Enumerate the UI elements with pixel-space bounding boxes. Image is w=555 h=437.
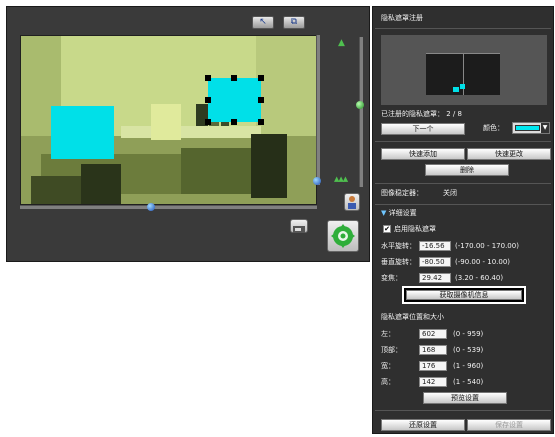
width-range: (1 - 960) [453, 362, 484, 370]
screen-icon [293, 226, 305, 233]
delete-button[interactable]: 删除 [425, 164, 509, 176]
pan-input[interactable]: -16.56 [419, 241, 451, 251]
chevron-down-icon: ▼ [541, 123, 549, 133]
top-input[interactable]: 168 [419, 345, 447, 355]
tilt-input[interactable]: -80.50 [419, 257, 451, 267]
resize-handle[interactable] [205, 119, 211, 125]
resize-handle[interactable] [231, 75, 237, 81]
person-icon [348, 196, 356, 209]
preview-settings-button[interactable]: 预览设置 [423, 392, 507, 404]
enable-mask-label: 启用隐私遮罩 [394, 225, 436, 233]
zoom-slider[interactable] [359, 37, 363, 187]
height-range: (1 - 540) [453, 378, 484, 386]
left-label: 左： [381, 330, 395, 338]
triangle-down-icon: ▼ [381, 209, 387, 217]
camera-view-panel: ↖ ⧉ ▲ ▲▲▲ [6, 6, 370, 262]
pan-slider[interactable] [20, 205, 317, 209]
settings-panel: 隐私遮罩注册 已注册的隐私遮罩： 2 / 8 下一个 颜色： ▼ 快速添加 快速… [372, 6, 554, 434]
tilt-slider[interactable] [316, 35, 320, 185]
mask-marker [453, 87, 459, 92]
tilt-label: 垂直旋转： [381, 258, 416, 266]
resize-handle[interactable] [205, 75, 211, 81]
divider [375, 410, 551, 411]
divider [375, 204, 551, 205]
divider [375, 28, 551, 29]
resize-handle[interactable] [258, 75, 264, 81]
privacy-mask-2-selected[interactable] [208, 78, 261, 122]
stabilizer-label: 图像稳定器： [381, 189, 423, 197]
snapshot-button[interactable] [290, 219, 308, 233]
divider [375, 141, 551, 142]
zoom-range: (3.20 - 60.40) [455, 274, 504, 282]
ptz-control-button[interactable] [327, 220, 359, 252]
color-select[interactable]: ▼ [512, 122, 550, 134]
height-label: 高： [381, 378, 395, 386]
quick-update-button[interactable]: 快速更改 [467, 148, 551, 160]
enable-mask-checkbox[interactable]: ✔ [383, 225, 391, 233]
ptz-target-icon [331, 224, 355, 248]
color-swatch [515, 125, 540, 131]
left-input[interactable]: 602 [419, 329, 447, 339]
tilt-range: (-90.00 - 10.00) [455, 258, 511, 266]
zoom-input[interactable]: 29.42 [419, 273, 451, 283]
width-input[interactable]: 176 [419, 361, 447, 371]
color-label: 颜色： [483, 124, 504, 132]
registered-count: 2 / 8 [446, 110, 462, 118]
next-mask-button[interactable]: 下一个 [381, 123, 465, 135]
registered-label: 已注册的隐私遮罩： 2 / 8 [381, 110, 462, 118]
restore-settings-button[interactable]: 还原设置 [381, 419, 465, 431]
mask-register-title: 隐私遮罩注册 [381, 14, 423, 22]
resize-handle[interactable] [231, 119, 237, 125]
top-label: 顶部： [381, 346, 402, 354]
top-range: (0 - 539) [453, 346, 484, 354]
tilt-slider-knob[interactable] [313, 177, 321, 185]
resize-handle[interactable] [205, 97, 211, 103]
mask-overview-map [381, 35, 547, 105]
left-range: (0 - 959) [453, 330, 484, 338]
camera-preview[interactable] [20, 35, 317, 205]
privacy-mask-page: ↖ ⧉ ▲ ▲▲▲ 隐私遮罩注册 已注册的隐私遮罩： 2 / 8 下一个 颜色：… [0, 0, 555, 437]
height-input[interactable]: 142 [419, 377, 447, 387]
zoom-label: 变焦： [381, 274, 402, 282]
cursor-icon: ↖ [259, 17, 267, 27]
quick-add-button[interactable]: 快速添加 [381, 148, 465, 160]
resize-handle[interactable] [258, 97, 264, 103]
portrait-button[interactable] [344, 193, 360, 211]
pan-label: 水平旋转： [381, 242, 416, 250]
width-label: 宽： [381, 362, 395, 370]
highlight-frame: 获取摄像机信息 [402, 286, 526, 304]
details-header[interactable]: ▼ 详细设置 [381, 209, 417, 218]
tree-zoom-out-icon: ▲▲▲ [334, 175, 348, 183]
fit-view-button[interactable]: ⧉ [283, 16, 305, 29]
select-mode-button[interactable]: ↖ [252, 16, 274, 29]
get-camera-info-button[interactable]: 获取摄像机信息 [406, 290, 522, 300]
save-settings-button[interactable]: 保存设置 [467, 419, 551, 431]
position-size-title: 隐私遮罩位置和大小 [381, 313, 444, 321]
privacy-mask-1[interactable] [51, 106, 114, 159]
tree-zoom-in-icon: ▲ [338, 38, 345, 48]
divider [375, 183, 551, 184]
mask-marker [460, 84, 465, 89]
stabilizer-value: 关闭 [443, 189, 457, 197]
pan-range: (-170.00 - 170.00) [455, 242, 519, 250]
zoom-slider-knob[interactable] [356, 101, 364, 109]
resize-icon: ⧉ [290, 17, 298, 27]
resize-handle[interactable] [258, 119, 264, 125]
pan-slider-knob[interactable] [147, 203, 155, 211]
